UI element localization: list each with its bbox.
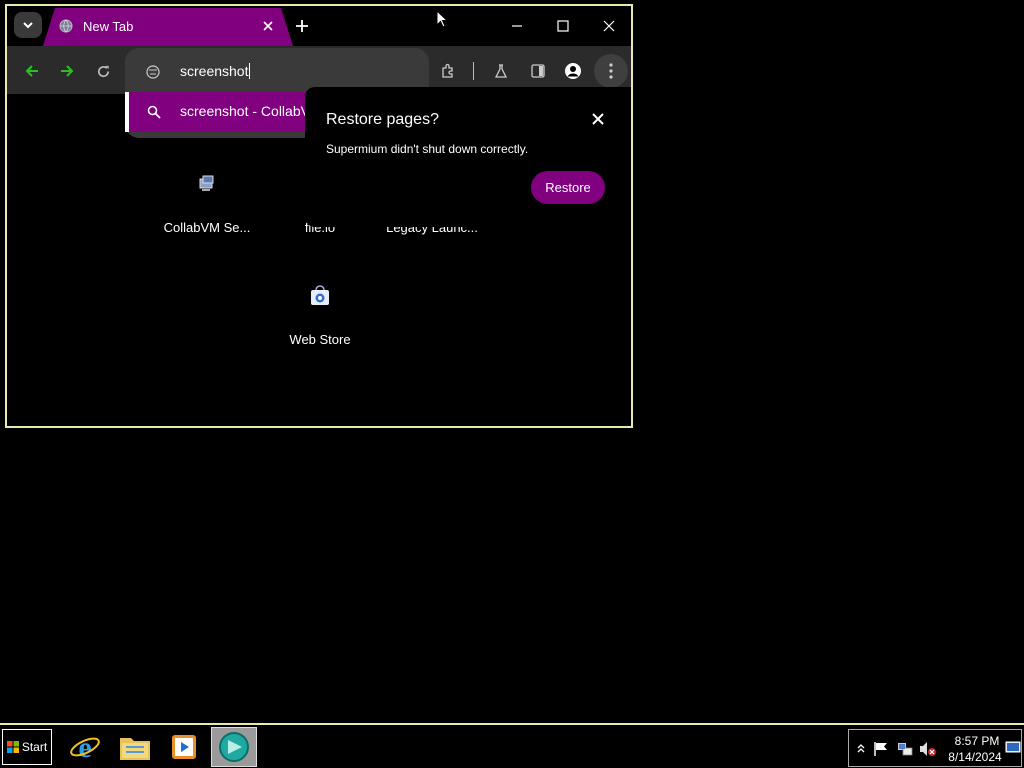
taskbar: Start e 8:57 PM 8/14/2024 xyxy=(0,723,1024,768)
reload-button[interactable] xyxy=(90,58,116,84)
globe-icon xyxy=(59,19,73,33)
title-bar: New Tab xyxy=(7,6,631,46)
menu-icon xyxy=(609,63,613,79)
close-icon xyxy=(592,113,604,125)
new-tab-button[interactable] xyxy=(291,15,313,37)
volume-button[interactable] xyxy=(919,740,937,758)
side-panel-icon xyxy=(531,64,545,78)
tab-close-button[interactable] xyxy=(259,17,277,35)
volume-muted-icon xyxy=(920,742,936,756)
shortcut-label: Web Store xyxy=(289,332,351,347)
system-tray: 8:57 PM 8/14/2024 xyxy=(848,729,1022,767)
mouse-cursor-icon xyxy=(436,10,448,28)
extensions-button[interactable] xyxy=(435,58,461,84)
taskbar-app-media-player[interactable] xyxy=(161,727,207,767)
tab-new-tab[interactable]: New Tab xyxy=(43,8,293,46)
show-desktop-icon[interactable] xyxy=(1005,739,1021,757)
omnibox-input[interactable]: screenshot xyxy=(180,63,250,79)
restore-pages-dialog: Restore pages? Supermium didn't shut dow… xyxy=(305,87,631,227)
minimize-button[interactable] xyxy=(502,14,532,38)
suggestion-text: screenshot - CollabVM xyxy=(180,103,322,119)
tab-search-button[interactable] xyxy=(14,12,42,38)
maximize-button[interactable] xyxy=(548,14,578,38)
network-button[interactable] xyxy=(896,740,914,758)
maximize-icon xyxy=(557,20,569,32)
side-panel-button[interactable] xyxy=(525,58,551,84)
labs-button[interactable] xyxy=(488,58,514,84)
collabvm-icon xyxy=(195,172,219,196)
restore-button[interactable]: Restore xyxy=(531,171,605,204)
close-icon xyxy=(603,20,615,32)
reload-icon xyxy=(97,65,109,77)
shortcut-tile[interactable]: Web Store xyxy=(264,284,376,384)
back-button[interactable] xyxy=(19,58,45,84)
shortcut-label: CollabVM Se... xyxy=(163,220,251,235)
clock-date[interactable]: 8/14/2024 xyxy=(945,750,1005,764)
show-hidden-icons-button[interactable] xyxy=(852,740,870,758)
labs-icon xyxy=(494,64,508,78)
svg-text:e: e xyxy=(78,731,91,763)
taskbar-app-file-explorer[interactable] xyxy=(112,727,158,767)
extensions-icon xyxy=(442,63,453,78)
start-label: Start xyxy=(21,740,48,754)
suggestion-item[interactable]: screenshot - CollabVM xyxy=(125,92,322,132)
forward-icon xyxy=(61,65,74,77)
close-icon xyxy=(263,21,273,31)
plus-icon xyxy=(296,20,308,32)
minimize-icon xyxy=(512,25,522,27)
taskbar-app-supermium[interactable] xyxy=(211,727,257,767)
dialog-title: Restore pages? xyxy=(326,111,439,128)
network-icon xyxy=(898,743,913,756)
dialog-message: Supermium didn't shut down correctly. xyxy=(326,142,529,156)
search-icon xyxy=(147,105,161,119)
windows-logo-icon xyxy=(6,741,19,753)
web-store-icon xyxy=(308,284,332,308)
file-explorer-icon xyxy=(120,738,150,760)
window-close-button[interactable] xyxy=(594,14,624,38)
tab-title: New Tab xyxy=(83,19,134,34)
dialog-close-button[interactable] xyxy=(589,110,607,128)
chevron-down-icon xyxy=(23,22,33,29)
action-center-flag-icon xyxy=(874,742,887,756)
start-button[interactable]: Start xyxy=(2,729,52,765)
profile-button[interactable] xyxy=(560,58,586,84)
supermium-icon xyxy=(219,732,249,762)
clock-time[interactable]: 8:57 PM xyxy=(949,734,1005,748)
shortcut-tile[interactable]: CollabVM Se... xyxy=(151,172,263,272)
menu-button[interactable] xyxy=(594,54,628,88)
back-icon xyxy=(25,65,38,77)
toolbar-separator xyxy=(473,62,474,80)
profile-icon xyxy=(565,63,581,79)
internet-explorer-icon: e xyxy=(70,731,100,763)
forward-button[interactable] xyxy=(54,58,80,84)
site-info-icon xyxy=(146,65,160,79)
taskbar-app-internet-explorer[interactable]: e xyxy=(62,727,108,767)
browser-window: New Tab screenshot CollabVM Se... file.i… xyxy=(5,4,633,428)
media-player-icon xyxy=(172,735,196,759)
show-hidden-icon xyxy=(857,744,865,753)
action-center-button[interactable] xyxy=(872,740,890,758)
